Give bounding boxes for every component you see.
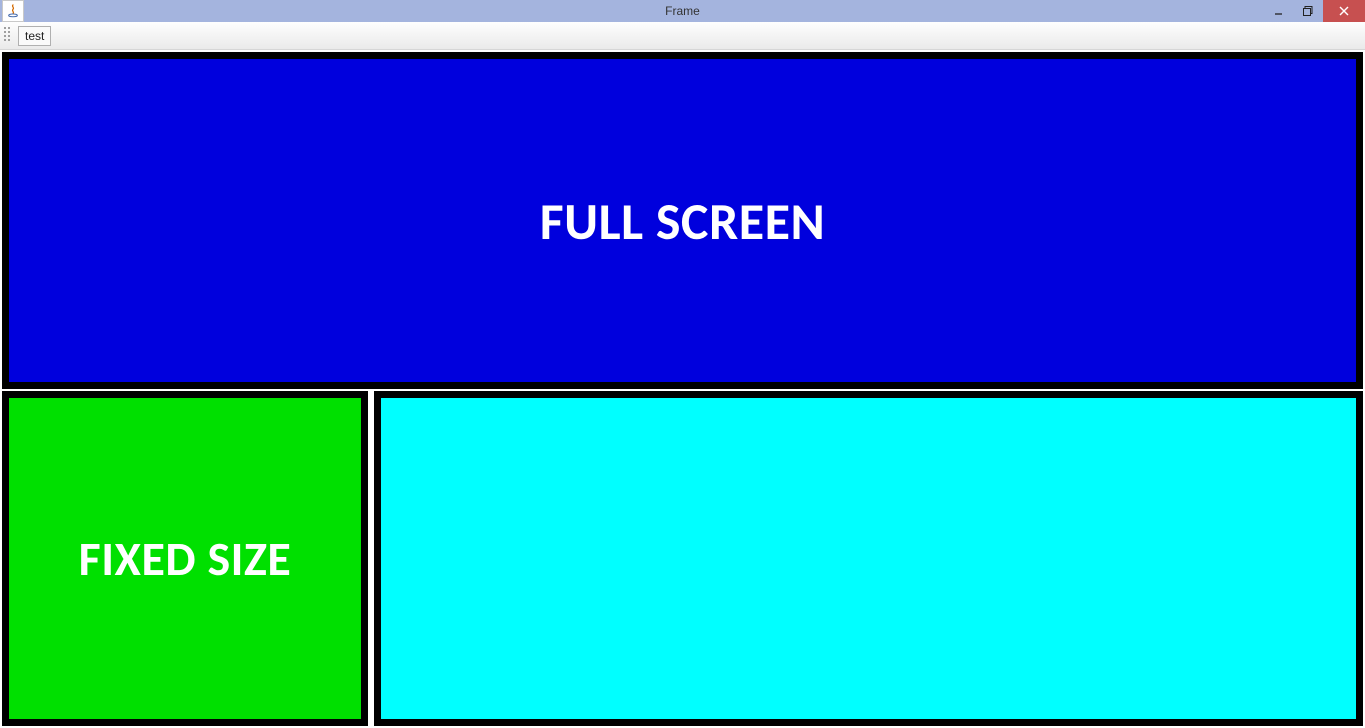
full-screen-panel: FULL SCREEN bbox=[2, 52, 1363, 389]
maximize-button[interactable] bbox=[1293, 0, 1323, 22]
test-button[interactable]: test bbox=[18, 26, 51, 46]
title-bar: Frame bbox=[0, 0, 1365, 22]
window-title: Frame bbox=[665, 4, 700, 18]
fixed-size-panel: FIXED SIZE bbox=[2, 391, 368, 726]
close-button[interactable] bbox=[1323, 0, 1365, 22]
bottom-row: FIXED SIZE bbox=[2, 391, 1363, 726]
full-screen-label: FULL SCREEN bbox=[540, 189, 825, 253]
content-area: FULL SCREEN FIXED SIZE bbox=[0, 50, 1365, 728]
window-controls bbox=[1263, 0, 1365, 22]
fixed-size-label: FIXED SIZE bbox=[79, 529, 292, 588]
java-app-icon bbox=[2, 0, 24, 22]
toolbar-grip-icon[interactable] bbox=[4, 27, 12, 45]
remaining-panel bbox=[374, 391, 1363, 726]
toolbar: test bbox=[0, 22, 1365, 50]
minimize-button[interactable] bbox=[1263, 0, 1293, 22]
